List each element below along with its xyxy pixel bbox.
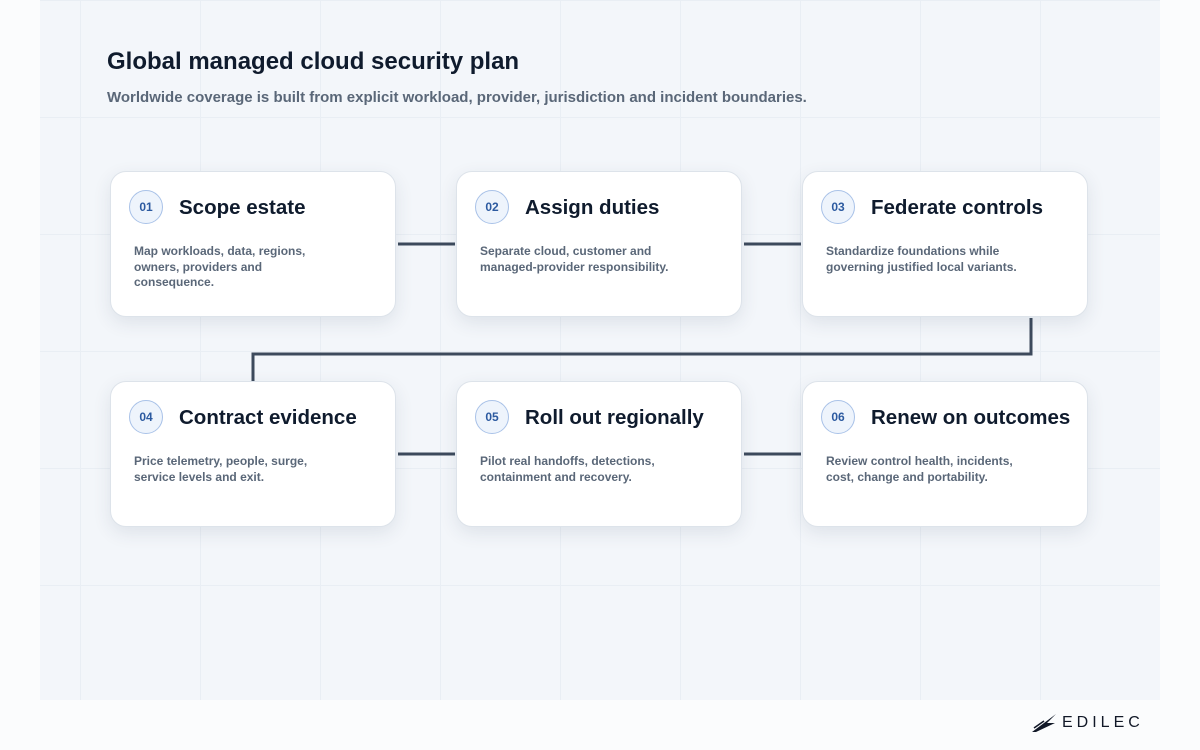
step-card-roll-out-regionally: 05 Roll out regionally Pilot real handof…: [456, 381, 742, 527]
brand-logo: EDILEC: [1030, 710, 1160, 736]
step-title: Roll out regionally: [525, 406, 704, 429]
step-description: Price telemetry, people, surge, service …: [134, 454, 308, 484]
step-card-contract-evidence: 04 Contract evidence Price telemetry, pe…: [110, 381, 396, 527]
step-number-badge: 06: [821, 400, 855, 434]
step-number-badge: 05: [475, 400, 509, 434]
step-card-renew-on-outcomes: 06 Renew on outcomes Review control heal…: [802, 381, 1088, 527]
step-description: Pilot real handoffs, detections, contain…: [480, 454, 655, 484]
step-description: Separate cloud, customer and managed-pro…: [480, 244, 669, 274]
flow-connectors: [251, 242, 1033, 456]
connector-03-04: [251, 318, 1033, 381]
step-title: Renew on outcomes: [871, 406, 1071, 429]
step-title: Assign duties: [525, 196, 660, 219]
logo-text: EDILEC: [1062, 714, 1144, 731]
edilec-logo-mark-icon: [1032, 714, 1056, 732]
step-card-assign-duties: 02 Assign duties Separate cloud, custome…: [456, 171, 742, 317]
step-title: Federate controls: [871, 196, 1044, 219]
step-number-badge: 03: [821, 190, 855, 224]
step-description: Review control health, incidents, cost, …: [826, 454, 1013, 484]
step-title: Scope estate: [179, 196, 306, 219]
step-number-badge: 04: [129, 400, 163, 434]
step-description: Map workloads, data, regions, owners, pr…: [134, 244, 306, 290]
step-card-federate-controls: 03 Federate controls Standardize foundat…: [802, 171, 1088, 317]
step-description: Standardize foundations while governing …: [826, 244, 1017, 274]
step-card-scope-estate: 01 Scope estate Map workloads, data, reg…: [110, 171, 396, 317]
step-title: Contract evidence: [179, 406, 357, 429]
step-number-badge: 01: [129, 190, 163, 224]
step-number-badge: 02: [475, 190, 509, 224]
